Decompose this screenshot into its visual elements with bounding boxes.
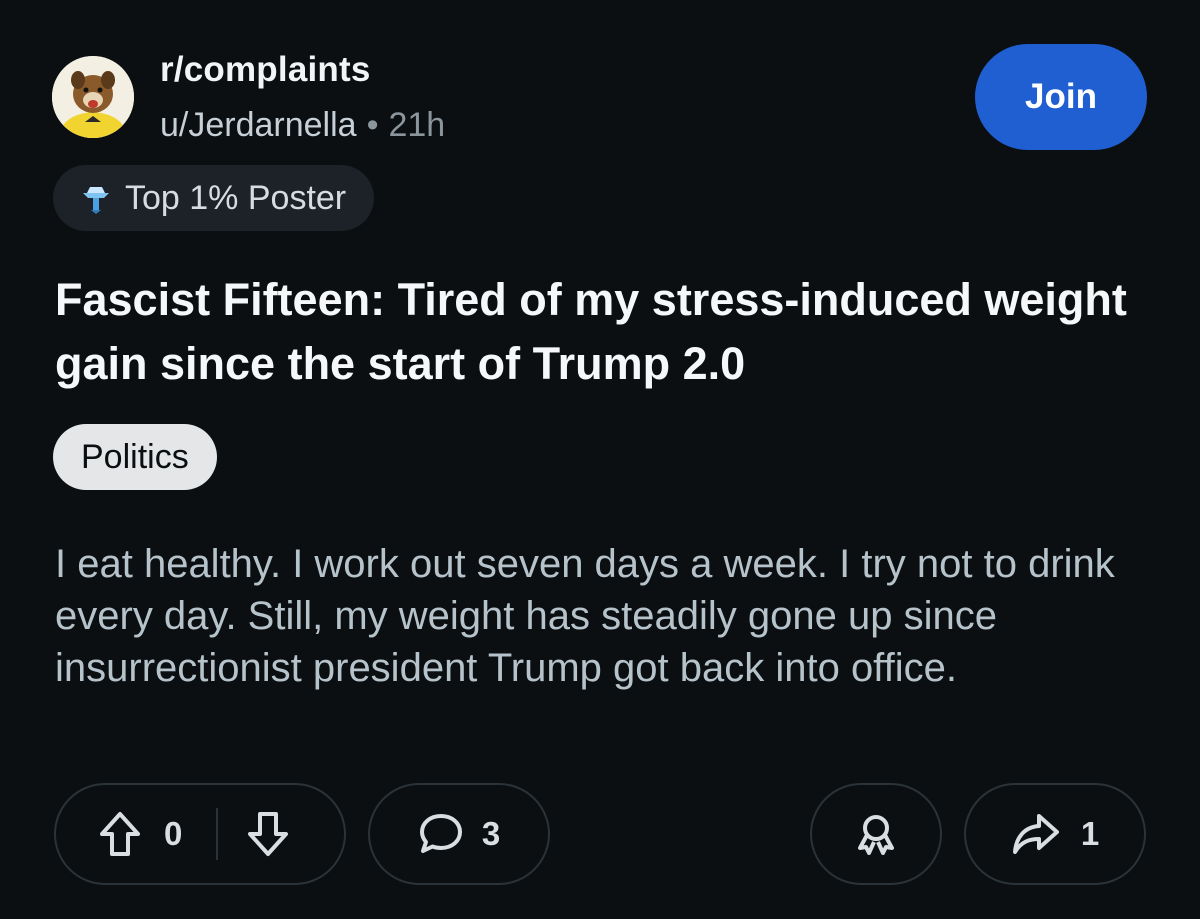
post-tag-politics[interactable]: Politics [53,424,217,490]
speech-bubble-icon [419,814,462,853]
post-time: 21h [388,106,446,144]
join-button[interactable]: Join [975,44,1147,150]
comments-button[interactable]: 3 [368,783,550,885]
downvote-button[interactable] [246,810,290,858]
award-button[interactable] [810,783,942,885]
vote-divider [216,808,219,860]
vote-count: 0 [164,815,183,852]
vote-bar: 0 [54,783,346,885]
arrow-up-icon [100,812,140,856]
author-name[interactable]: u/Jerdarnella [160,106,357,144]
comment-count: 3 [481,815,501,852]
upvote-button[interactable] [98,810,142,858]
award-ribbon-icon [858,815,894,855]
post-byline: u/Jerdarnella • 21h [160,106,445,145]
subreddit-name[interactable]: r/complaints [160,50,371,90]
post-title[interactable]: Fascist Fifteen: Tired of my stress-indu… [55,268,1155,396]
dog-avatar-icon [52,56,134,138]
arrow-down-icon [248,812,289,856]
top-poster-badge-icon [83,187,109,214]
byline-separator: • [366,106,379,144]
post-body: I eat healthy. I work out seven days a w… [55,542,1115,690]
flair-label: Top 1% Poster [125,178,347,217]
share-arrow-icon [1012,814,1059,854]
share-count: 1 [1080,815,1100,852]
avatar[interactable] [52,56,134,138]
user-flair-badge: Top 1% Poster [53,165,375,231]
share-button[interactable]: 1 [964,783,1146,885]
